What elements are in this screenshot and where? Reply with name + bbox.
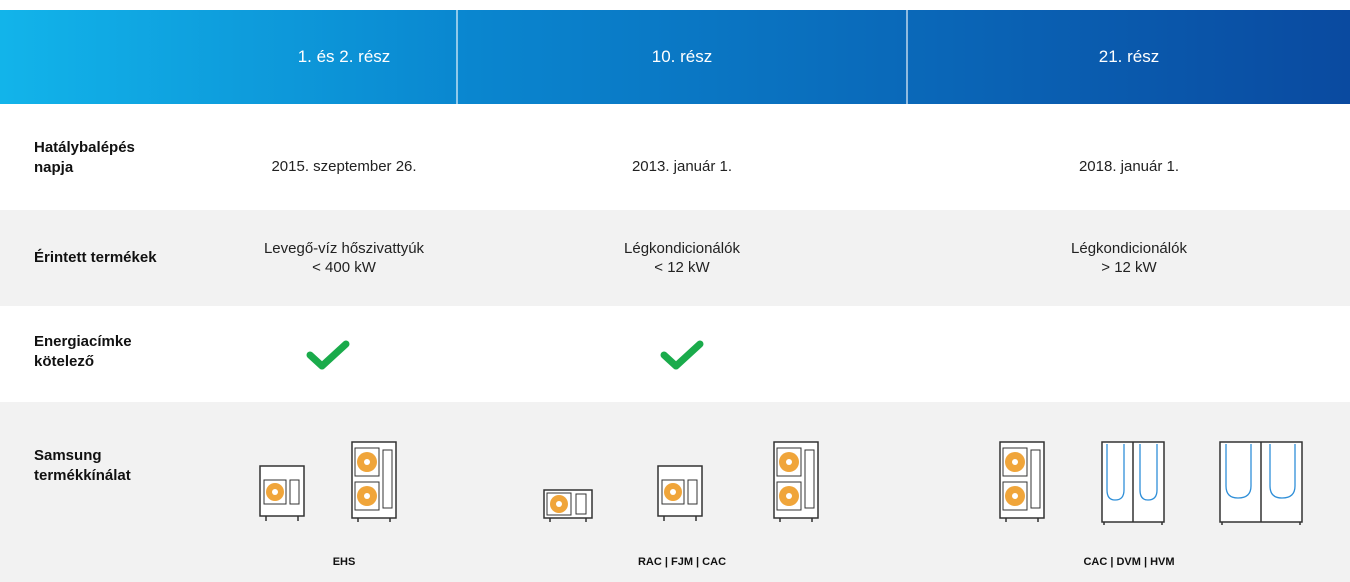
outdoor-unit-double-fan-icon: [773, 441, 819, 522]
product-line: Levegő-víz hőszivattyúk: [263, 240, 425, 257]
row-label-line: kötelező: [34, 353, 95, 370]
product-line: Légkondicionálók: [624, 240, 740, 257]
range-caption-rac-fjm-cac: RAC | FJM | CAC: [637, 556, 727, 568]
effective-date-part-10: 2013. január 1.: [631, 158, 733, 175]
vrf-unit-large-icon: [1219, 441, 1303, 525]
checkmark-icon: [660, 340, 704, 370]
outdoor-unit-small-icon: [259, 465, 305, 521]
row-effective-date: Hatálybalépés napja 2015. szeptember 26.…: [0, 104, 1350, 210]
product-line: > 12 kW: [1101, 259, 1157, 276]
row-label-energy-label: Energiacímke kötelező: [34, 332, 132, 372]
affected-products-part-1-2: Levegő-víz hőszivattyúk < 400 kW: [232, 239, 456, 277]
row-affected-products: Érintett termékek Levegő-víz hőszivattyú…: [0, 210, 1350, 306]
range-caption-cac-dvm-hvm: CAC | DVM | HVM: [1083, 556, 1175, 568]
row-label-line: Hatálybalépés: [34, 139, 135, 156]
outdoor-unit-small-icon: [657, 465, 703, 521]
row-energy-label: Energiacímke kötelező: [0, 306, 1350, 402]
affected-products-part-10: Légkondicionálók < 12 kW: [458, 239, 906, 277]
row-label-line: napja: [34, 159, 74, 176]
outdoor-unit-compact-icon: [543, 489, 593, 522]
affected-products-part-21: Légkondicionálók > 12 kW: [908, 239, 1350, 277]
row-label-effective-date: Hatálybalépés napja: [34, 138, 135, 178]
header-col-part-21: 21. rész: [1098, 47, 1160, 66]
product-line: Légkondicionálók: [1071, 240, 1187, 257]
table-header: 1. és 2. rész 10. rész 21. rész: [0, 10, 1350, 104]
vrf-unit-double-icon: [1101, 441, 1165, 525]
row-label-samsung-range: Samsung termékkínálat: [34, 446, 131, 486]
row-label-line: termékkínálat: [34, 467, 131, 484]
effective-date-part-1-2: 2015. szeptember 26.: [271, 158, 417, 175]
outdoor-unit-double-fan-icon: [999, 441, 1045, 522]
range-caption-ehs: EHS: [332, 556, 356, 568]
header-col-part-10: 10. rész: [651, 47, 713, 66]
product-line: < 12 kW: [654, 259, 710, 276]
row-samsung-range: Samsung termékkínálat EHS RAC | FJM | CA…: [0, 402, 1350, 582]
checkmark-icon: [306, 340, 350, 370]
row-label-line: Samsung: [34, 447, 102, 464]
header-col-part-1-2: 1. és 2. rész: [297, 47, 391, 66]
row-label-line: Energiacímke: [34, 333, 132, 350]
row-label-affected-products: Érintett termékek: [34, 249, 157, 266]
outdoor-unit-double-fan-icon: [351, 441, 397, 522]
effective-date-part-21: 2018. január 1.: [1078, 158, 1180, 175]
product-line: < 400 kW: [312, 259, 376, 276]
